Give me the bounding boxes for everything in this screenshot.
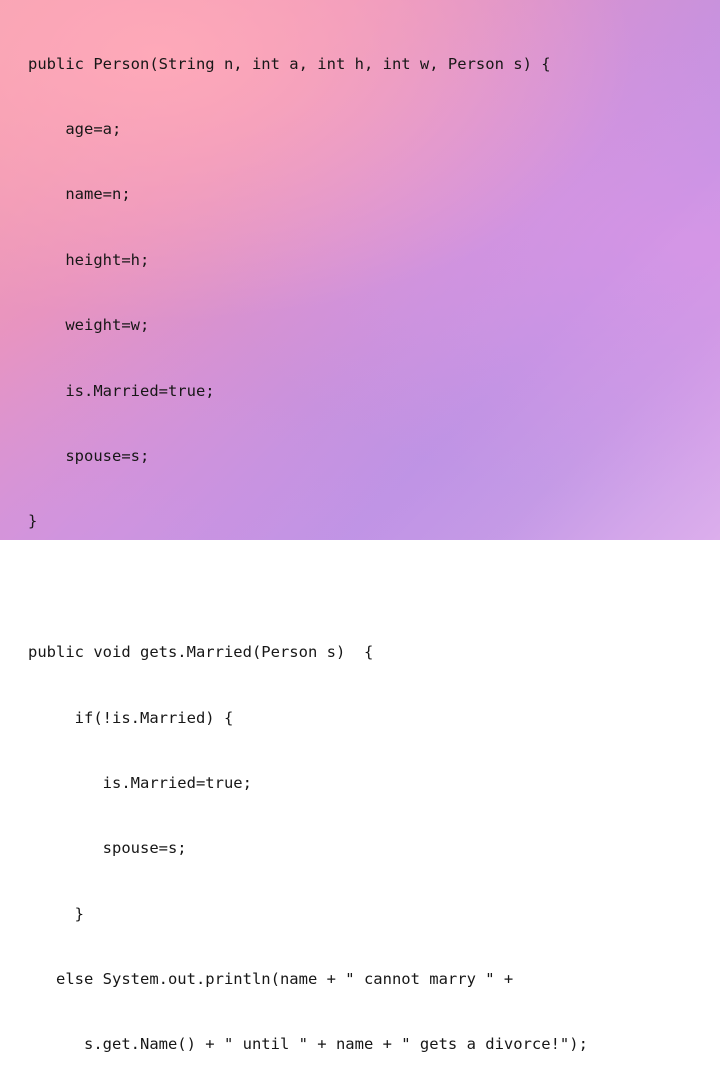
- slide-canvas: public Person(String n, int a, int h, in…: [0, 0, 720, 1053]
- code-line: else System.out.println(name + " cannot …: [28, 970, 514, 989]
- code-line: is.Married=true;: [28, 381, 215, 400]
- code-line: public void gets.Married(Person s) {: [28, 643, 374, 662]
- code-line: public Person(String n, int a, int h, in…: [28, 54, 551, 73]
- code-line: }: [28, 904, 84, 923]
- code-line: spouse=s;: [28, 839, 187, 858]
- code-line: age=a;: [28, 119, 122, 138]
- code-line: weight=w;: [28, 316, 150, 335]
- code-line: height=h;: [28, 250, 150, 269]
- code-line: is.Married=true;: [28, 773, 252, 792]
- code-line: spouse=s;: [28, 446, 150, 465]
- code-line: name=n;: [28, 185, 131, 204]
- code-line: if(!is.Married) {: [28, 708, 234, 727]
- code-line: }: [28, 512, 38, 531]
- code-listing: public Person(String n, int a, int h, in…: [0, 0, 720, 1080]
- code-line: s.get.Name() + " until " + name + " gets…: [28, 1035, 588, 1054]
